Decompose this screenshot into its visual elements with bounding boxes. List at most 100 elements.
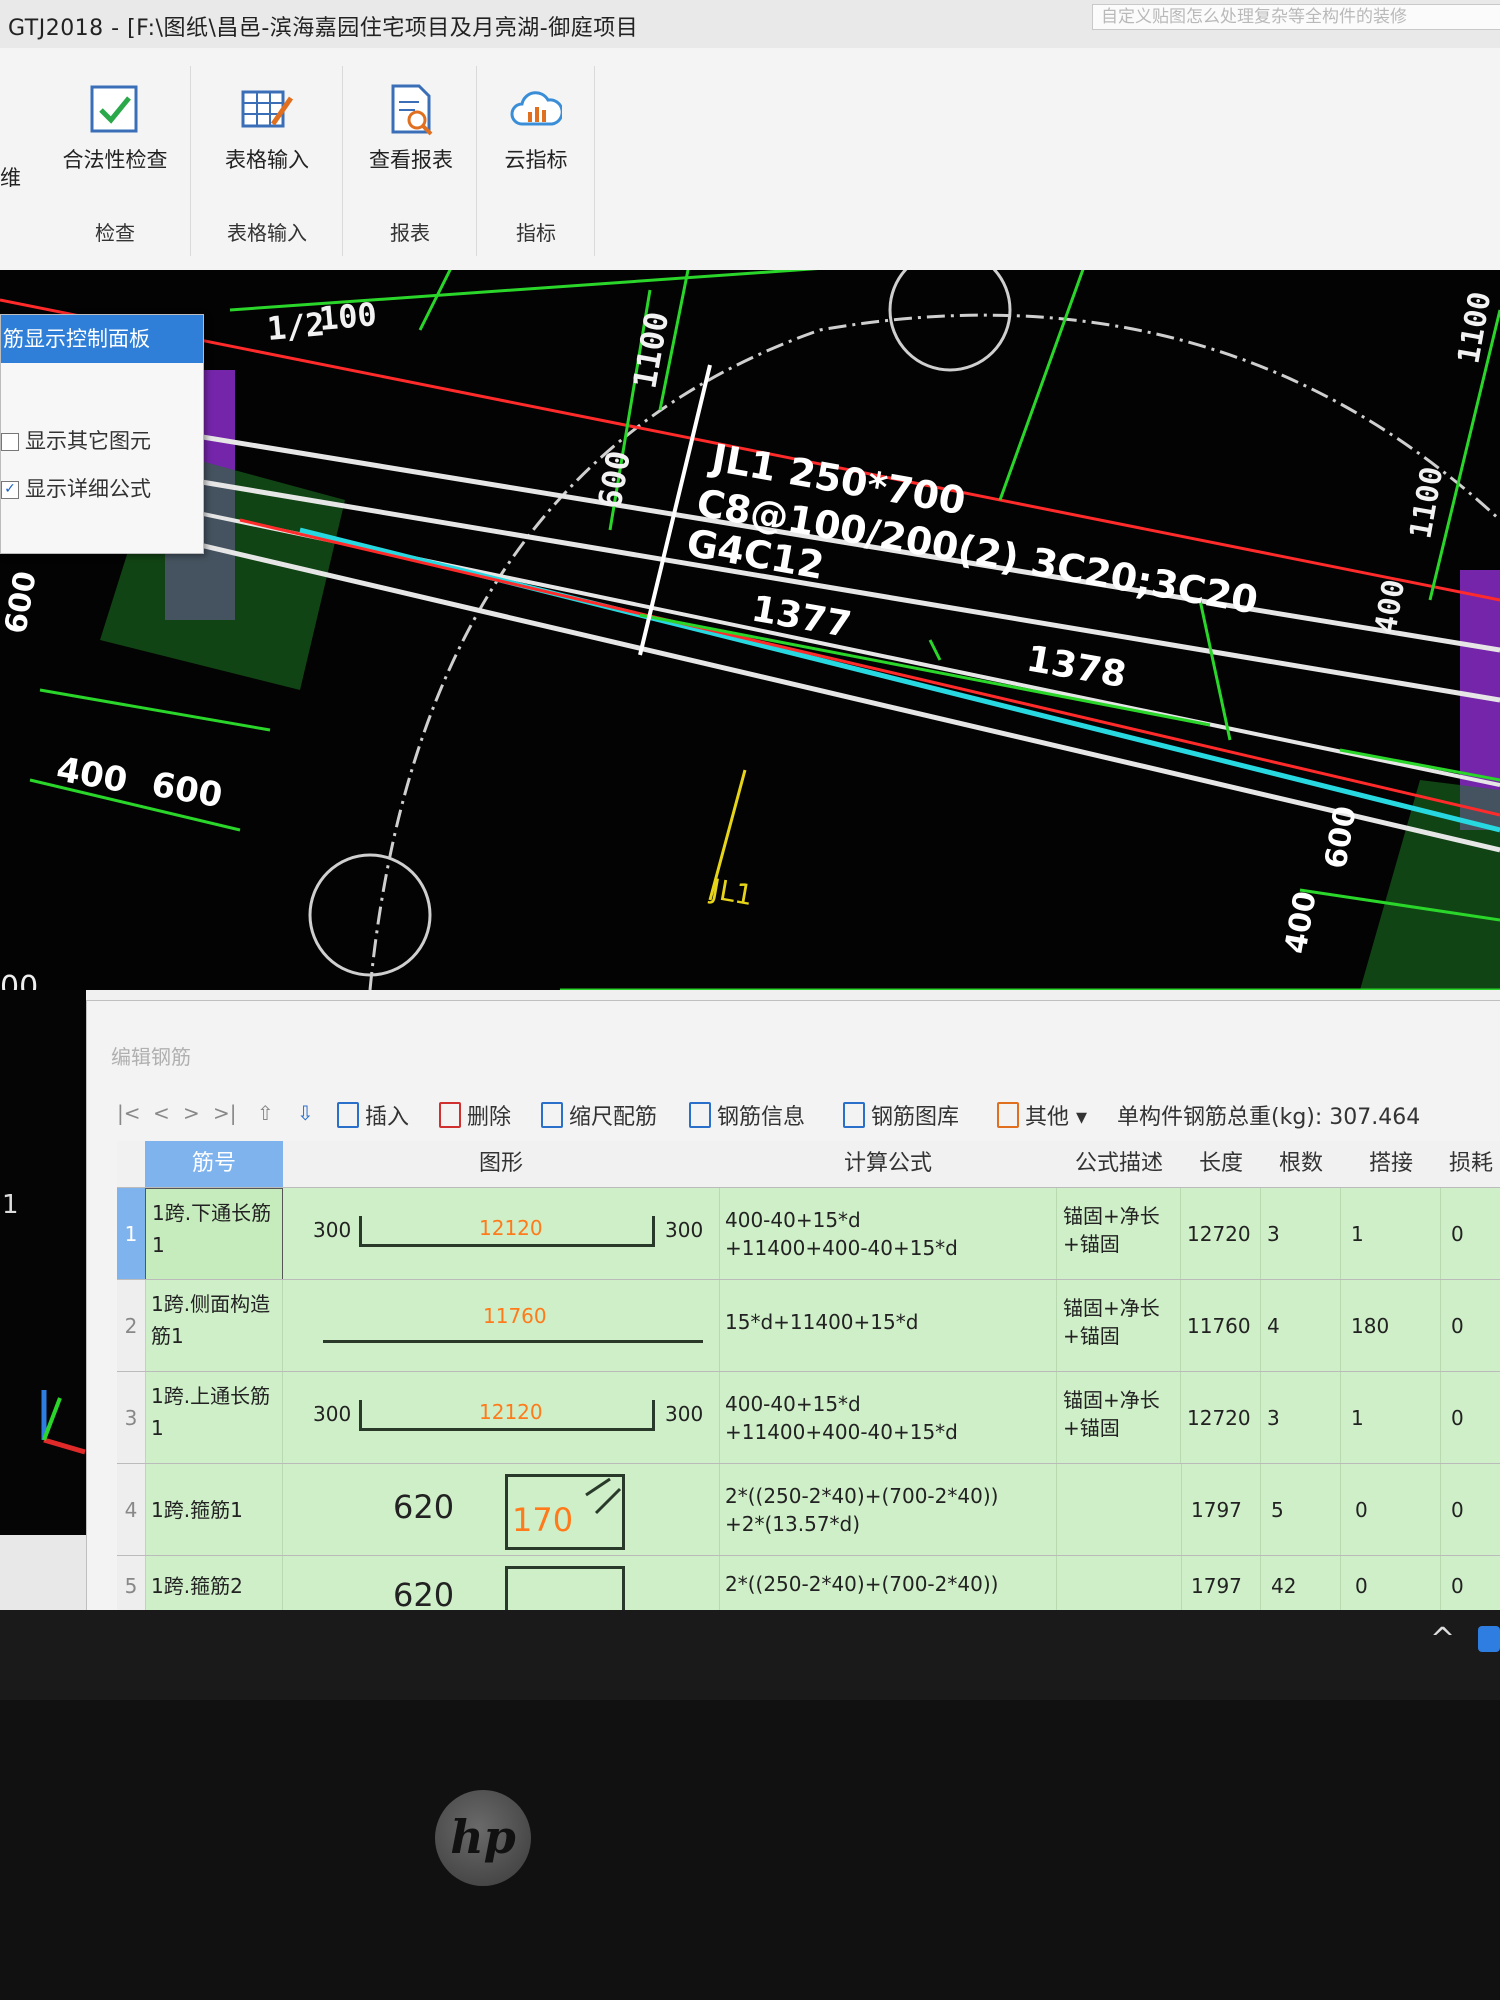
table-row[interactable]: 5 1跨.箍筋2 620 2*((250-2*40)+(700-2*40)) 1… <box>117 1555 1500 1616</box>
taskbar: ^ <box>0 1610 1500 1700</box>
cell-length[interactable]: 12720 <box>1181 1188 1261 1280</box>
move-down-icon[interactable]: ⇩ <box>297 1101 314 1125</box>
ribbon-group-label-check: 检查 <box>95 221 135 245</box>
cell-bar-name[interactable]: 1跨.箍筋1 <box>145 1464 283 1556</box>
header-formula-desc[interactable]: 公式描述 <box>1057 1141 1182 1187</box>
cell-count[interactable]: 42 <box>1261 1556 1341 1616</box>
other-icon <box>997 1102 1019 1128</box>
table-row[interactable]: 4 1跨.箍筋1 620 170 2*((250-2*40)+(700-2*40… <box>117 1463 1500 1556</box>
cell-length[interactable]: 12720 <box>1181 1372 1261 1464</box>
table-row[interactable]: 1 1跨.下通长筋1 300 12120 300 400-40+15*d +11… <box>117 1187 1500 1280</box>
scale-rebar-button[interactable]: 缩尺配筋 <box>541 1099 657 1131</box>
ribbon-group-table-input: 表格输入 表格输入 <box>192 66 343 256</box>
cell-count[interactable]: 3 <box>1261 1372 1341 1464</box>
cell-lap[interactable]: 0 <box>1341 1556 1441 1616</box>
cell-count[interactable]: 3 <box>1261 1188 1341 1280</box>
cell-lap[interactable]: 180 <box>1341 1280 1441 1372</box>
cell-formula-desc[interactable]: 锚固+净长+锚固 <box>1057 1372 1181 1464</box>
cad-viewport[interactable]: C 1/2 100 1100 600 1100 1100 400 JL1 250… <box>0 270 1500 990</box>
cell-formula[interactable]: 400-40+15*d +11400+400-40+15*d <box>719 1372 1057 1464</box>
cell-lap[interactable]: 0 <box>1341 1464 1441 1556</box>
delete-icon <box>439 1102 461 1128</box>
cell-count[interactable]: 4 <box>1261 1280 1341 1372</box>
cell-formula[interactable]: 15*d+11400+15*d <box>719 1280 1057 1372</box>
scale-icon <box>541 1102 563 1128</box>
ribbon-group-index: 云指标 指标 <box>478 66 595 256</box>
search-input[interactable]: 自定义贴图怎么处理复杂等全构件的装修 <box>1092 4 1500 30</box>
dim-top-5: 1100 <box>1451 289 1498 366</box>
cell-formula[interactable]: 400-40+15*d +11400+400-40+15*d <box>719 1188 1057 1280</box>
prev-record-icon[interactable]: < <box>153 1101 170 1125</box>
left-dim-1: 400 <box>53 749 130 801</box>
left-panel-bottom <box>0 1535 86 1610</box>
checkbox-show-formula[interactable]: ✓ <box>1 481 19 499</box>
right-dim-2: 400 <box>1278 889 1323 957</box>
cell-bar-name[interactable]: 1跨.箍筋2 <box>145 1556 283 1616</box>
rebar-library-button[interactable]: 钢筋图库 <box>843 1099 959 1131</box>
header-length[interactable]: 长度 <box>1181 1141 1262 1187</box>
first-record-icon[interactable]: |< <box>117 1101 141 1125</box>
cell-loss[interactable]: 0 <box>1441 1464 1500 1556</box>
table-row[interactable]: 2 1跨.侧面构造筋1 11760 15*d+11400+15*d 锚固+净长+… <box>117 1279 1500 1372</box>
cell-loss[interactable]: 0 <box>1441 1280 1500 1372</box>
option-show-other-elements[interactable]: 显示其它图元 <box>1 425 151 455</box>
info-doc-icon <box>689 1102 711 1128</box>
delete-button[interactable]: 删除 <box>439 1099 511 1131</box>
option-show-detail-formula[interactable]: ✓ 显示详细公式 <box>1 473 151 503</box>
table-input-button[interactable]: 表格输入 <box>202 66 332 174</box>
dim-top-2: 100 <box>317 295 378 338</box>
rebar-info-button[interactable]: 钢筋信息 <box>689 1099 805 1131</box>
library-icon <box>843 1102 865 1128</box>
last-record-icon[interactable]: >| <box>213 1101 237 1125</box>
view-report-button[interactable]: 查看报表 <box>346 66 476 174</box>
header-bar-no[interactable]: 筋号 <box>145 1141 284 1187</box>
left-edge-label-1: 00 <box>0 970 39 990</box>
cell-count[interactable]: 5 <box>1261 1464 1341 1556</box>
cell-lap[interactable]: 1 <box>1341 1188 1441 1280</box>
cell-bar-name[interactable]: 1跨.侧面构造筋1 <box>145 1280 283 1372</box>
cell-formula-desc[interactable] <box>1057 1556 1182 1616</box>
header-shape[interactable]: 图形 <box>283 1141 720 1187</box>
hp-logo: hp <box>435 1790 531 1886</box>
left-edge-label-2: 1 <box>2 1190 19 1220</box>
cell-bar-name[interactable]: 1跨.上通长筋1 <box>145 1372 283 1464</box>
header-loss[interactable]: 损耗 <box>1441 1141 1500 1187</box>
move-up-icon[interactable]: ⇧ <box>257 1101 274 1125</box>
chevron-up-icon[interactable]: ^ <box>1430 1622 1455 1657</box>
dim-top-7: 400 <box>1368 577 1412 636</box>
cell-formula-desc[interactable] <box>1057 1464 1182 1556</box>
report-view-icon <box>385 84 437 136</box>
cell-length[interactable]: 1797 <box>1181 1556 1261 1616</box>
cell-bar-name[interactable]: 1跨.下通长筋1 <box>145 1188 283 1280</box>
cell-length[interactable]: 1797 <box>1181 1464 1261 1556</box>
dim-top-6: 1100 <box>1403 464 1450 541</box>
stirrup-shape <box>505 1566 625 1616</box>
cell-formula-desc[interactable]: 锚固+净长+锚固 <box>1057 1280 1181 1372</box>
next-record-icon[interactable]: > <box>183 1101 200 1125</box>
ribbon-partial-label[interactable]: 维 <box>0 162 21 192</box>
cell-loss[interactable]: 0 <box>1441 1556 1500 1616</box>
cloud-index-button[interactable]: 云指标 <box>471 66 601 174</box>
cell-length[interactable]: 11760 <box>1181 1280 1261 1372</box>
validity-check-button[interactable]: 合法性检查 <box>50 66 180 174</box>
other-dropdown[interactable]: 其他 ▾ <box>997 1099 1087 1131</box>
cell-loss[interactable]: 0 <box>1441 1188 1500 1280</box>
table-row[interactable]: 3 1跨.上通长筋1 300 12120 300 400-40+15*d +11… <box>117 1371 1500 1464</box>
cell-formula-desc[interactable]: 锚固+净长+锚固 <box>1057 1188 1181 1280</box>
cell-loss[interactable]: 0 <box>1441 1372 1500 1464</box>
shield-icon[interactable] <box>1478 1626 1500 1652</box>
header-formula[interactable]: 计算公式 <box>719 1141 1058 1187</box>
cell-formula[interactable]: 2*((250-2*40)+(700-2*40)) +2*(13.57*d) <box>719 1464 1057 1556</box>
rebar-display-control-panel: 筋显示控制面板 显示其它图元 ✓ 显示详细公式 <box>0 314 204 554</box>
cell-lap[interactable]: 1 <box>1341 1372 1441 1464</box>
checkbox-show-other[interactable] <box>1 433 19 451</box>
axis-bubble-left <box>308 853 432 977</box>
insert-button[interactable]: 插入 <box>337 1099 409 1131</box>
header-count[interactable]: 根数 <box>1261 1141 1342 1187</box>
axis-label-c: C <box>825 270 850 274</box>
header-lap[interactable]: 搭接 <box>1341 1141 1442 1187</box>
beam-tag: JL1 <box>707 872 756 912</box>
left-dim-3: 600 <box>0 569 44 637</box>
ribbon-group-label-table: 表格输入 <box>227 221 307 245</box>
cell-formula[interactable]: 2*((250-2*40)+(700-2*40)) <box>719 1556 1057 1616</box>
